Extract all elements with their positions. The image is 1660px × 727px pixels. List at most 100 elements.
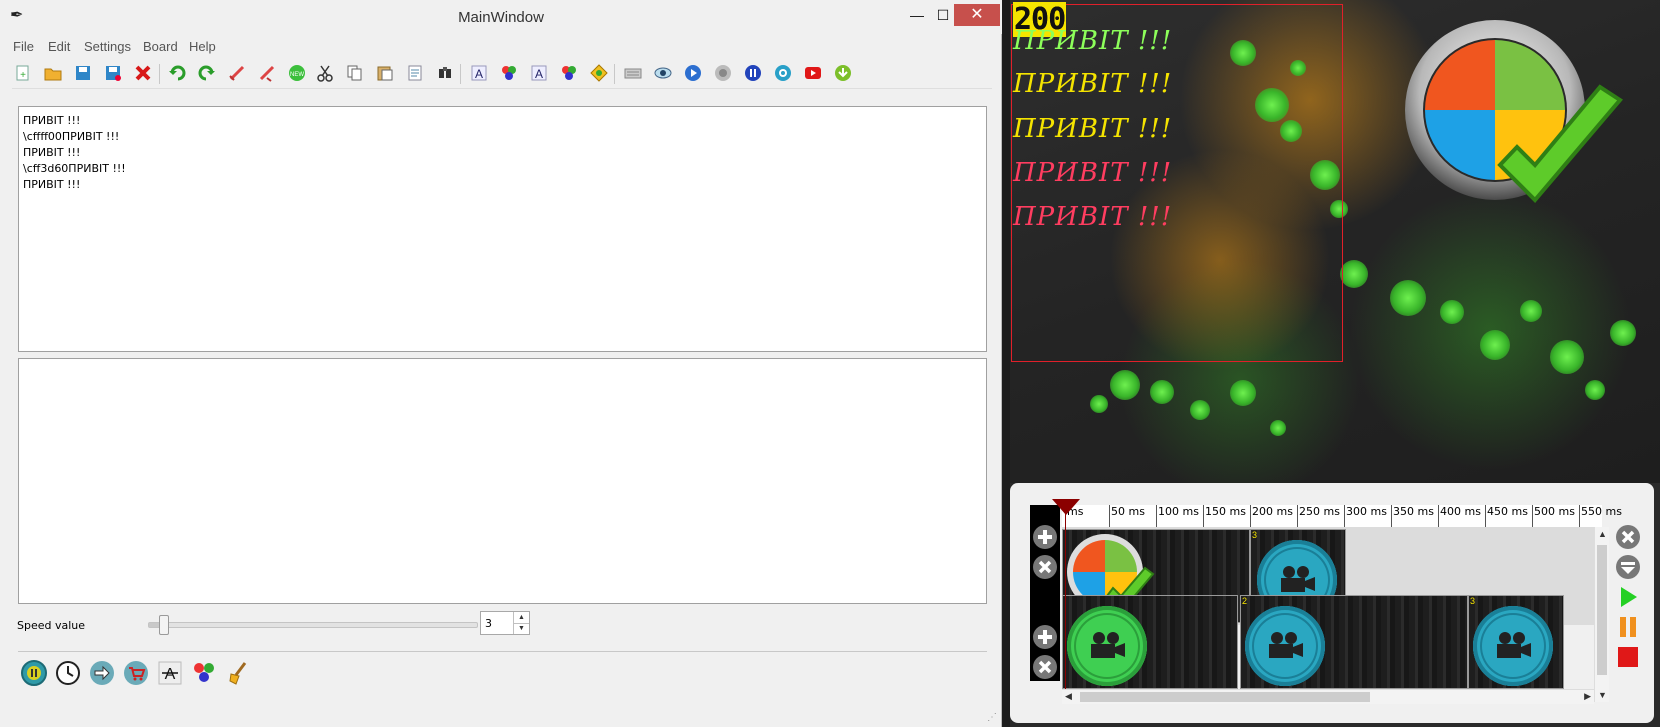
scroll-thumb[interactable] — [1597, 545, 1607, 675]
ruler-tick: 200 ms — [1250, 505, 1293, 527]
green-particle — [1480, 330, 1510, 360]
timeline-clip[interactable] — [1062, 595, 1238, 689]
playback-controls — [1610, 505, 1646, 705]
arrow-right-icon[interactable] — [88, 659, 116, 687]
new-file-icon[interactable]: + — [12, 62, 34, 84]
menu-bar: File Edit Settings Board Help — [0, 36, 1000, 58]
green-particle — [1110, 370, 1140, 400]
svg-text:A: A — [165, 666, 176, 683]
timeline-clip[interactable]: 2 — [1240, 595, 1468, 689]
bottom-toolbar: A — [18, 659, 318, 691]
output-text-area[interactable] — [18, 358, 987, 604]
timeline-clip[interactable]: 3 — [1468, 595, 1564, 689]
speed-slider-handle[interactable] — [159, 615, 169, 635]
color-circles-icon[interactable] — [190, 659, 218, 687]
open-folder-icon[interactable] — [42, 62, 64, 84]
timeline-track: 2 3 — [1062, 593, 1602, 689]
menu-help[interactable]: Help — [189, 39, 216, 54]
editor-line: ПРИВІТ !!! — [23, 178, 81, 191]
save-as-icon[interactable] — [102, 62, 124, 84]
youtube-icon[interactable] — [802, 62, 824, 84]
record-icon[interactable] — [712, 62, 734, 84]
editor-line: \cffff00ПРИВІТ !!! — [23, 130, 120, 143]
green-particle — [1090, 395, 1108, 413]
download-icon[interactable] — [832, 62, 854, 84]
title-bar[interactable]: ✒ MainWindow — ☐ ✕ — [0, 0, 1002, 34]
strikethrough-icon[interactable]: A — [156, 659, 184, 687]
scroll-thumb[interactable] — [1080, 692, 1370, 702]
copy-icon[interactable] — [344, 62, 366, 84]
find-icon[interactable] — [434, 62, 456, 84]
cut-icon[interactable] — [314, 62, 336, 84]
playhead-marker-icon[interactable] — [1052, 499, 1080, 515]
scroll-right-arrow-icon[interactable]: ▶ — [1584, 691, 1591, 702]
script-editor[interactable]: ПРИВІТ !!! \cffff00ПРИВІТ !!! ПРИВІТ !!!… — [18, 106, 987, 352]
add-track-icon[interactable] — [1031, 623, 1059, 651]
collapse-icon[interactable] — [1614, 553, 1642, 581]
play-circle-icon[interactable] — [682, 62, 704, 84]
clear-red-icon[interactable] — [226, 62, 248, 84]
stop-icon[interactable] — [1614, 643, 1642, 671]
settings-gear-icon[interactable] — [772, 62, 794, 84]
time-ruler[interactable]: ms 50 ms 100 ms 150 ms 200 ms 250 ms 300 ms 350… — [1062, 505, 1622, 528]
redo-icon[interactable] — [196, 62, 218, 84]
paste-icon[interactable] — [374, 62, 396, 84]
pause-circle-icon[interactable] — [742, 62, 764, 84]
eye-icon[interactable] — [652, 62, 674, 84]
new-badge-icon[interactable]: NEW — [286, 62, 308, 84]
green-particle — [1610, 320, 1636, 346]
color-circles-alt-icon[interactable] — [558, 62, 580, 84]
keyboard-icon[interactable] — [622, 62, 644, 84]
pause-button-icon[interactable] — [20, 659, 48, 687]
editor-line: ПРИВІТ !!! — [23, 114, 81, 127]
delete-icon[interactable] — [132, 62, 154, 84]
font-alt-icon[interactable]: A — [528, 62, 550, 84]
window-title: MainWindow — [458, 9, 544, 26]
svg-text:+: + — [20, 70, 26, 81]
clock-icon[interactable] — [54, 659, 82, 687]
document-icon[interactable] — [404, 62, 426, 84]
color-circles-icon[interactable] — [498, 62, 520, 84]
menu-board[interactable]: Board — [143, 39, 178, 54]
speed-slider[interactable] — [148, 615, 478, 635]
menu-edit[interactable]: Edit — [48, 39, 70, 54]
scroll-down-arrow-icon[interactable]: ▼ — [1598, 690, 1607, 700]
green-particle — [1230, 380, 1256, 406]
clear-all-icon[interactable] — [256, 62, 278, 84]
speed-slider-fill — [149, 623, 159, 627]
ruler-tick: 350 ms — [1391, 505, 1434, 527]
ruler-tick: 50 ms — [1109, 505, 1145, 527]
close-timeline-icon[interactable] — [1614, 523, 1642, 551]
menu-settings[interactable]: Settings — [84, 39, 131, 54]
menu-file[interactable]: File — [13, 39, 34, 54]
cart-icon[interactable] — [122, 659, 150, 687]
add-track-icon[interactable] — [1031, 523, 1059, 551]
spin-down-arrow-icon[interactable]: ▼ — [513, 623, 529, 634]
resize-grip-icon[interactable]: ⋰ — [987, 712, 997, 723]
svg-text:A: A — [475, 67, 483, 81]
green-particle — [1150, 380, 1174, 404]
ruler-tick: 150 ms — [1203, 505, 1246, 527]
green-particle — [1440, 300, 1464, 324]
green-particle — [1270, 420, 1286, 436]
undo-icon[interactable] — [166, 62, 188, 84]
greeting-text: ПРИВІТ !!! — [1013, 202, 1173, 232]
scroll-up-arrow-icon[interactable]: ▲ — [1598, 529, 1607, 539]
remove-track-icon[interactable] — [1031, 553, 1059, 581]
scroll-left-arrow-icon[interactable]: ◀ — [1065, 691, 1072, 702]
speed-spinbox[interactable]: 3 ▲ ▼ — [480, 611, 530, 635]
font-icon[interactable]: A — [468, 62, 490, 84]
palette-icon[interactable] — [588, 62, 610, 84]
broom-icon[interactable] — [224, 659, 252, 687]
divider — [18, 651, 987, 652]
play-icon[interactable] — [1614, 583, 1642, 611]
pause-icon[interactable] — [1614, 613, 1642, 641]
green-particle — [1520, 300, 1542, 322]
vertical-scrollbar[interactable]: ▲ ▼ — [1594, 527, 1609, 702]
greeting-text: ПРИВІТ !!! — [1013, 158, 1173, 188]
green-particle — [1190, 400, 1210, 420]
close-button[interactable]: ✕ — [954, 4, 1000, 26]
save-icon[interactable] — [72, 62, 94, 84]
remove-track-icon[interactable] — [1031, 653, 1059, 681]
horizontal-scrollbar[interactable]: ◀ ▶ — [1062, 689, 1594, 704]
